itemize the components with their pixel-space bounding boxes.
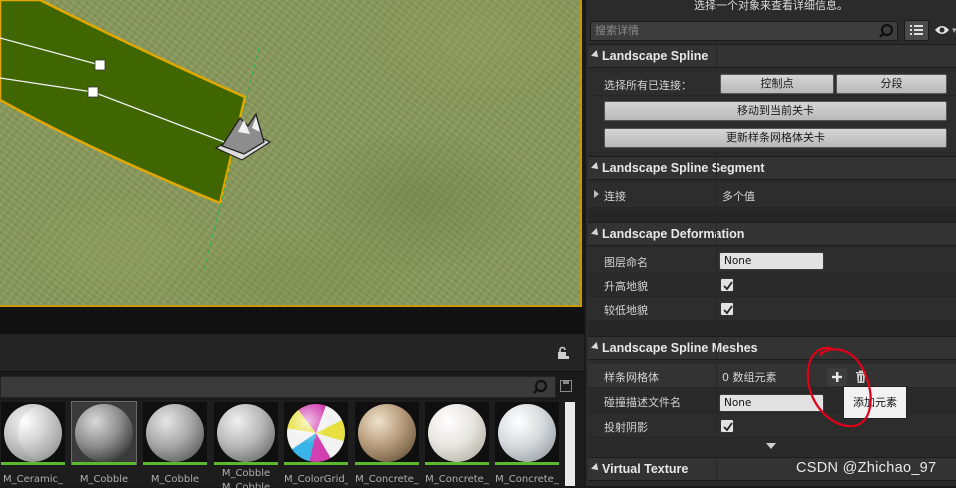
asset-label-line2: M_Cobble [221, 482, 271, 488]
asset-thumbnail [284, 402, 348, 464]
lower-terrain-checkbox[interactable] [720, 302, 734, 316]
property-row-connections[interactable]: 连接 多个值 [588, 183, 956, 208]
checkmark-icon [723, 422, 733, 432]
eye-icon[interactable] [934, 24, 950, 36]
details-search-input[interactable]: 搜索详情 [590, 21, 898, 41]
save-search-icon[interactable] [560, 380, 572, 392]
asset-thumbnail [425, 402, 489, 464]
asset-tile[interactable]: M_Concrete_ [425, 402, 489, 486]
connections-value: 多个值 [722, 190, 755, 203]
connections-label: 连接 [604, 190, 626, 203]
spline-control-handle[interactable] [94, 59, 106, 71]
lower-terrain-label: 较低地貌 [604, 304, 648, 317]
asset-thumbnail [71, 401, 137, 465]
cast-shadow-checkbox[interactable] [720, 419, 734, 433]
chevron-down-icon[interactable]: ▾ [952, 26, 956, 36]
section-spacer [588, 209, 956, 222]
update-spline-mesh-levels-button[interactable]: 更新样条网格体关卡 [604, 128, 947, 148]
property-row-lower-terrain: 较低地貌 [588, 297, 956, 321]
asset-tile[interactable]: M_Cobble M_Cobble [214, 402, 278, 488]
asset-label: M_Cobble [221, 468, 271, 479]
collapse-arrow-icon [591, 50, 601, 60]
advanced-properties-expander[interactable] [588, 440, 956, 454]
content-browser-toolbar [0, 334, 584, 372]
move-to-current-level-button[interactable]: 移动到当前关卡 [604, 101, 947, 121]
segments-button[interactable]: 分段 [836, 74, 947, 94]
spline-meshes-value: 0 数组元素 [722, 371, 777, 384]
property-row-spline-meshes: 样条网格体 0 数组元素 [588, 364, 956, 388]
collapse-arrow-icon [591, 463, 601, 473]
property-row-raise-terrain: 升高地貌 [588, 273, 956, 297]
search-icon[interactable] [878, 23, 894, 39]
content-browser-scrollbar[interactable] [565, 402, 575, 486]
trash-icon[interactable] [855, 370, 867, 384]
category-landscape-deformation[interactable]: Landscape Deformation [588, 222, 956, 246]
raise-terrain-checkbox[interactable] [720, 278, 734, 292]
viewport-bottom-gap [0, 307, 584, 334]
asset-tile[interactable]: M_Concrete_ [355, 402, 419, 486]
list-view-icon [910, 25, 923, 35]
landscape-spline-overlay [0, 0, 272, 276]
raise-terrain-label: 升高地貌 [604, 280, 648, 293]
plus-icon [832, 372, 842, 382]
content-browser-search-input[interactable] [0, 376, 556, 398]
category-landscape-spline-meshes[interactable]: Landscape Spline Meshes [588, 336, 956, 360]
asset-thumbnail [214, 402, 278, 464]
spline-road-mesh [0, 0, 247, 205]
spline-meshes-label: 样条网格体 [604, 371, 659, 384]
spline-control-handle[interactable] [87, 86, 99, 98]
cast-shadow-label: 投射阴影 [604, 421, 648, 434]
search-icon[interactable] [532, 379, 548, 395]
select-all-connected-label: 选择所有已连接： [604, 79, 692, 92]
add-element-button[interactable] [827, 368, 847, 386]
property-matrix-button[interactable] [904, 20, 929, 41]
checkmark-icon [723, 305, 733, 315]
chevron-down-icon [766, 443, 776, 449]
asset-tile[interactable]: M_Concrete_ [495, 402, 559, 486]
collapse-arrow-icon [591, 342, 601, 352]
asset-tile[interactable]: M_ColorGrid_ [284, 402, 348, 486]
control-points-button[interactable]: 控制点 [720, 74, 834, 94]
collapse-arrow-icon [591, 162, 601, 172]
asset-tile[interactable]: M_Cobble [143, 402, 207, 486]
asset-thumbnail [1, 402, 65, 464]
layer-name-label: 图层命名 [604, 256, 648, 269]
asset-thumbnail [495, 402, 559, 464]
details-hint-text: 选择一个对象来查看详细信息。 [694, 0, 848, 12]
asset-tile[interactable]: M_Ceramic_ [1, 402, 65, 486]
collision-profile-label: 碰撞描述文件名 [604, 396, 681, 409]
watermark-text: CSDN @Zhichao_97 [796, 460, 937, 476]
add-element-tooltip: 添加元素 [843, 386, 907, 419]
checkmark-icon [723, 281, 733, 291]
asset-thumbnail [355, 402, 419, 464]
category-landscape-spline-segment[interactable]: Landscape Spline Segment [588, 156, 956, 180]
expand-arrow-icon[interactable] [594, 190, 599, 198]
category-landscape-spline[interactable]: Landscape Spline [588, 44, 956, 68]
level-viewport[interactable] [0, 0, 580, 305]
collapse-arrow-icon [591, 228, 601, 238]
asset-tile-selected[interactable]: M_Cobble [71, 401, 137, 486]
layer-name-field[interactable]: None [719, 252, 824, 270]
section-spacer [588, 322, 956, 336]
lock-icon[interactable] [556, 346, 570, 360]
asset-thumbnail [143, 402, 207, 464]
collision-profile-dropdown[interactable]: None [719, 394, 824, 412]
